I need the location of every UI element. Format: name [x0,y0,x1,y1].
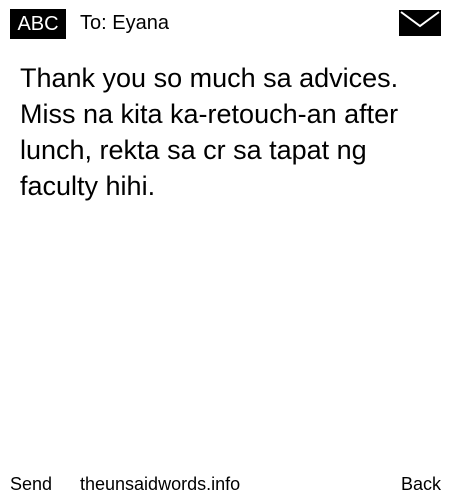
softkey-bar: Send theunsaidwords.info Back [0,472,450,496]
site-credit: theunsaidwords.info [80,474,241,494]
input-mode-badge: ABC [10,9,66,39]
message-body[interactable]: Thank you so much sa advices. Miss na ki… [20,60,432,204]
back-button[interactable]: Back [401,472,441,496]
recipient-label: To: Eyana [80,12,169,34]
envelope-icon [399,10,441,36]
message-header: ABC To: Eyana [0,0,450,44]
send-button[interactable]: Send [10,472,52,496]
